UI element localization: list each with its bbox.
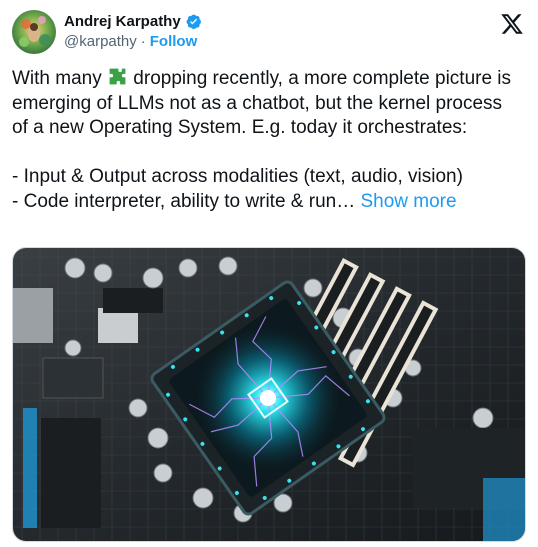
puzzle-piece-icon bbox=[107, 66, 128, 87]
show-more-link[interactable]: Show more bbox=[360, 191, 456, 212]
follow-button[interactable]: Follow bbox=[150, 33, 198, 50]
author-name[interactable]: Andrej Karpathy bbox=[64, 13, 181, 30]
author-handle[interactable]: @karpathy bbox=[64, 33, 137, 50]
tweet-text-part-1: With many bbox=[12, 68, 108, 89]
motherboard-image bbox=[13, 248, 525, 541]
verified-badge-icon bbox=[185, 13, 202, 30]
author-name-row: Andrej Karpathy bbox=[64, 13, 202, 30]
x-logo-icon[interactable] bbox=[500, 12, 524, 36]
separator-dot: · bbox=[140, 33, 146, 50]
tweet-image[interactable] bbox=[12, 247, 526, 542]
tweet-text: With many dropping recently, a more comp… bbox=[12, 66, 522, 214]
avatar[interactable] bbox=[12, 10, 56, 54]
handle-row: @karpathy · Follow bbox=[64, 33, 197, 50]
tweet-header: Andrej Karpathy @karpathy · Follow bbox=[12, 10, 526, 58]
